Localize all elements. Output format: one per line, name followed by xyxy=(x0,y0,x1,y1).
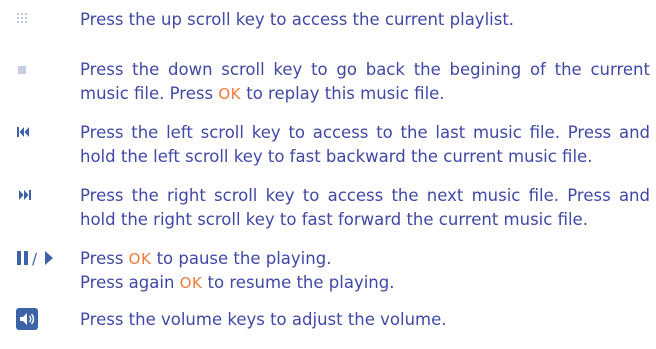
instruction-text-pause-line2: Press again OK to resume the playing. xyxy=(80,273,395,292)
ok-key-label: OK xyxy=(128,250,152,268)
instruction-text-pause: Press OK to pause the playing. Press aga… xyxy=(80,247,650,295)
instruction-text-stop: Press the down scroll key to go back the… xyxy=(80,58,650,106)
instruction-text-forward: Press the right scroll key to access the… xyxy=(80,186,650,229)
instruction-text-pause-line1: Press OK to pause the playing. xyxy=(80,249,332,268)
instruction-text-volume: Press the volume keys to adjust the volu… xyxy=(80,310,447,329)
volume-icon xyxy=(16,308,76,330)
instruction-page: Press the up scroll key to access the cu… xyxy=(0,0,656,349)
playlist-dots-icon xyxy=(16,12,76,34)
stop-square-icon xyxy=(16,64,76,86)
pause-play-icon: / xyxy=(16,249,76,271)
ok-key-label: OK xyxy=(218,85,241,103)
instruction-text-rewind: Press the left scroll key to access to t… xyxy=(80,123,650,166)
instruction-text-playlist: Press the up scroll key to access the cu… xyxy=(80,10,515,29)
fast-forward-icon xyxy=(16,188,76,210)
instruction-text-stop-part2: to replay this music file. xyxy=(240,84,445,103)
rewind-icon xyxy=(16,125,76,147)
icon-separator: / xyxy=(32,250,38,267)
ok-key-label: OK xyxy=(179,274,203,292)
